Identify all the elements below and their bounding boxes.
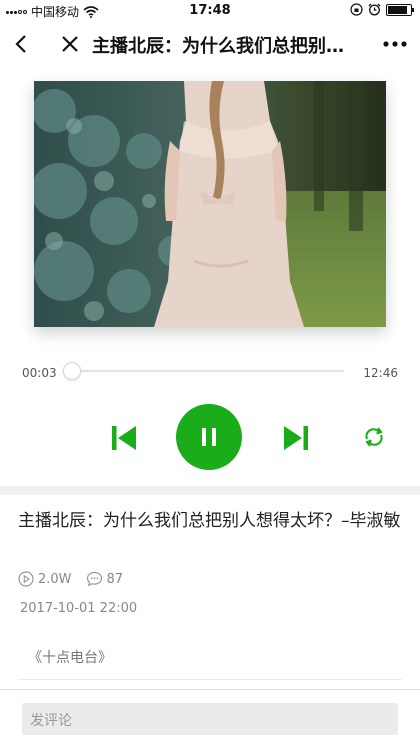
- play-count-icon: [18, 571, 34, 587]
- battery-icon: [386, 3, 414, 16]
- progress-bar[interactable]: [63, 362, 344, 380]
- more-icon[interactable]: [382, 32, 408, 56]
- previous-track-button[interactable]: [110, 424, 138, 452]
- loop-icon[interactable]: [362, 425, 386, 449]
- nav-bar: 主播北辰：为什么我们总把别人想得太坏？–毕淑敏: [0, 22, 420, 66]
- battery-level: [388, 5, 407, 14]
- comment-count: 87: [86, 571, 124, 587]
- article-meta: 2.0W 87: [18, 571, 137, 587]
- page-title: 主播北辰：为什么我们总把别人想得太坏？–毕淑敏: [92, 36, 360, 57]
- album-link[interactable]: 《十点电台》: [28, 647, 112, 667]
- alarm-icon: [368, 3, 381, 16]
- orientation-lock-icon: [350, 3, 363, 16]
- status-right: [350, 3, 414, 16]
- comment-count-value: 87: [106, 571, 124, 587]
- back-arrow-icon[interactable]: [10, 32, 34, 56]
- pause-button[interactable]: [176, 404, 242, 470]
- next-track-button[interactable]: [282, 424, 310, 452]
- article-title: 主播北辰：为什么我们总把别人想得太坏？–毕淑敏: [18, 511, 401, 531]
- play-count-value: 2.0W: [38, 571, 72, 587]
- divider: [18, 679, 402, 680]
- publish-date: 2017-10-01 22:00: [20, 601, 138, 616]
- play-count: 2.0W: [18, 571, 72, 587]
- comment-count-icon: [86, 571, 102, 587]
- progress-knob[interactable]: [63, 362, 82, 380]
- section-divider: [0, 486, 420, 495]
- current-time: 00:03: [22, 366, 57, 380]
- cover-image: [34, 81, 386, 327]
- status-bar: 中国移动 17:48: [0, 0, 420, 22]
- comment-input[interactable]: 发评论: [22, 703, 398, 735]
- close-icon[interactable]: [58, 32, 82, 56]
- cover-illustration: [34, 81, 386, 327]
- divider: [0, 689, 420, 690]
- total-time: 12:46: [363, 366, 398, 380]
- pause-icon: [202, 428, 216, 446]
